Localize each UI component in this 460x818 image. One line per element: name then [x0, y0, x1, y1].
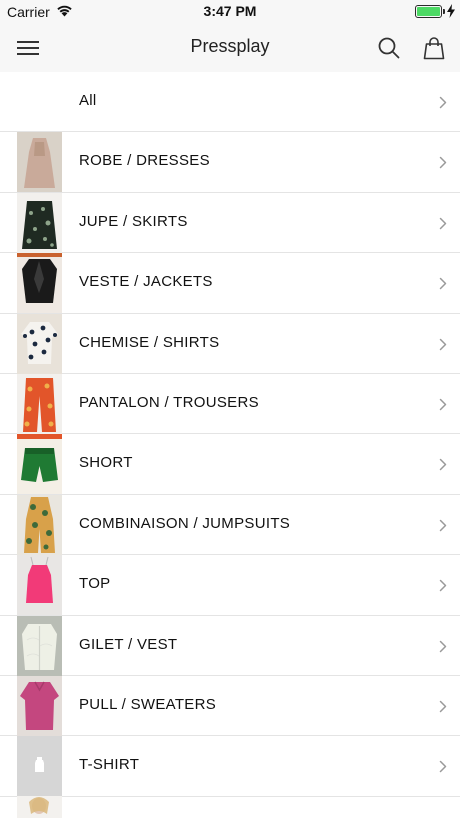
- category-row[interactable]: COMBINAISON / JUMPSUITS: [0, 494, 460, 556]
- nav-bar: Pressplay: [0, 24, 460, 72]
- category-label: GILET / VEST: [79, 635, 178, 653]
- category-label: All: [79, 92, 97, 109]
- category-label: COMBINAISON / JUMPSUITS: [79, 514, 291, 532]
- category-thumbnail: [17, 253, 62, 314]
- chevron-right-icon: [439, 398, 447, 411]
- category-row[interactable]: SHORT: [0, 434, 460, 495]
- category-row[interactable]: ROBE / DRESSES: [0, 132, 460, 193]
- category-label: JUPE / SKIRTS: [79, 212, 188, 230]
- chevron-right-icon: [439, 640, 447, 653]
- category-label: VESTE / JACKETS: [79, 273, 213, 291]
- menu-icon[interactable]: [17, 39, 39, 57]
- category-label: ROBE / DRESSES: [79, 152, 210, 170]
- category-row[interactable]: TOP: [0, 555, 460, 616]
- category-thumbnail: [17, 675, 62, 736]
- next-category-thumbnail-partial: [17, 796, 62, 818]
- chevron-right-icon: [439, 338, 447, 351]
- category-thumbnail: [17, 192, 62, 253]
- category-row[interactable]: All: [0, 72, 460, 133]
- chevron-right-icon: [439, 156, 447, 169]
- charging-bolt-icon: [447, 4, 455, 21]
- search-icon[interactable]: [377, 36, 401, 60]
- category-row[interactable]: JUPE / SKIRTS: [0, 192, 460, 254]
- shopping-bag-icon[interactable]: [423, 36, 445, 60]
- category-thumbnail: [17, 615, 62, 676]
- category-label: PANTALON / TROUSERS: [79, 393, 259, 411]
- category-thumbnail: [17, 434, 62, 495]
- chevron-right-icon: [439, 217, 447, 230]
- clock: 3:47 PM: [203, 3, 257, 19]
- category-thumbnail: [17, 494, 62, 555]
- category-row[interactable]: T-SHIRT: [0, 736, 460, 797]
- category-thumbnail: [17, 313, 62, 374]
- category-thumbnail: [17, 132, 62, 193]
- chevron-right-icon: [439, 579, 447, 592]
- battery-cap: [443, 9, 445, 14]
- category-list: All ROBE / DRESSES JUPE / SKIRTS VESTE / JA…: [0, 72, 460, 797]
- battery-icon: [415, 5, 442, 18]
- category-row[interactable]: VESTE / JACKETS: [0, 253, 460, 314]
- category-label: T-SHIRT: [79, 756, 140, 774]
- category-row[interactable]: PULL / SWEATERS: [0, 675, 460, 737]
- category-thumbnail: [17, 373, 62, 434]
- chevron-right-icon: [439, 700, 447, 713]
- category-thumbnail: [17, 736, 62, 797]
- category-label: CHEMISE / SHIRTS: [79, 333, 220, 351]
- category-label: TOP: [79, 575, 111, 593]
- category-row[interactable]: PANTALON / TROUSERS: [0, 373, 460, 435]
- category-label: SHORT: [79, 454, 133, 472]
- chevron-right-icon: [439, 96, 447, 109]
- status-bar: Carrier 3:47 PM: [0, 0, 460, 24]
- chevron-right-icon: [439, 519, 447, 532]
- chevron-right-icon: [439, 458, 447, 471]
- chevron-right-icon: [439, 760, 447, 773]
- category-row[interactable]: GILET / VEST: [0, 615, 460, 676]
- category-label: PULL / SWEATERS: [79, 695, 217, 713]
- category-row[interactable]: CHEMISE / SHIRTS: [0, 313, 460, 374]
- category-thumbnail: [17, 555, 62, 616]
- chevron-right-icon: [439, 277, 447, 290]
